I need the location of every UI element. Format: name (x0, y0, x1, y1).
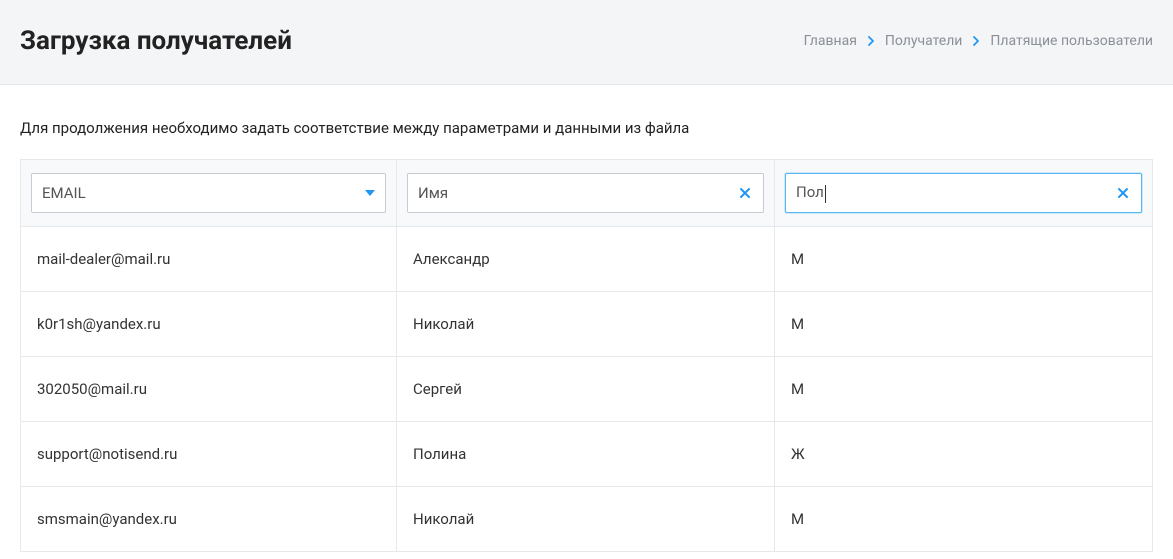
data-cell: support@notisend.ru (21, 422, 397, 486)
table-row: support@notisend.ru Полина Ж (21, 422, 1152, 487)
breadcrumb-link-recipients[interactable]: Получатели (885, 33, 963, 49)
clear-icon[interactable] (1115, 185, 1131, 201)
breadcrumb-current: Платящие пользователи (990, 33, 1153, 49)
data-cell: Николай (397, 487, 775, 551)
column-control-cell: EMAIL (21, 160, 397, 226)
input-value: Имя (418, 184, 737, 202)
data-cell: mail-dealer@mail.ru (21, 227, 397, 291)
data-cell: М (775, 357, 1152, 421)
column-select-email[interactable]: EMAIL (31, 173, 386, 213)
data-cell: М (775, 227, 1152, 291)
column-input-gender[interactable]: Пол (785, 173, 1142, 213)
table-row: k0r1sh@yandex.ru Николай М (21, 292, 1152, 357)
clear-icon[interactable] (737, 185, 753, 201)
chevron-down-icon (365, 190, 375, 196)
table-row: mail-dealer@mail.ru Александр М (21, 227, 1152, 292)
data-cell: Александр (397, 227, 775, 291)
data-cell: Николай (397, 292, 775, 356)
data-cell: Сергей (397, 357, 775, 421)
chevron-right-icon (972, 36, 980, 46)
data-cell: М (775, 292, 1152, 356)
chevron-right-icon (867, 36, 875, 46)
data-cell: Полина (397, 422, 775, 486)
table-row: smsmain@yandex.ru Николай М (21, 487, 1152, 551)
data-cell: 302050@mail.ru (21, 357, 397, 421)
column-controls-row: EMAIL Имя Пол (21, 160, 1152, 227)
breadcrumb-link-home[interactable]: Главная (804, 33, 857, 49)
intro-text: Для продолжения необходимо задать соотве… (0, 85, 1173, 159)
page-header: Загрузка получателей Главная Получатели … (0, 0, 1173, 85)
input-value: Пол (796, 183, 1115, 202)
data-cell: smsmain@yandex.ru (21, 487, 397, 551)
data-cell: k0r1sh@yandex.ru (21, 292, 397, 356)
text-cursor (825, 185, 826, 203)
column-control-cell: Пол (775, 160, 1152, 226)
column-input-name[interactable]: Имя (407, 173, 764, 213)
table-row: 302050@mail.ru Сергей М (21, 357, 1152, 422)
breadcrumb: Главная Получатели Платящие пользователи (804, 33, 1153, 49)
data-cell: Ж (775, 422, 1152, 486)
data-cell: М (775, 487, 1152, 551)
column-control-cell: Имя (397, 160, 775, 226)
mapping-table: EMAIL Имя Пол mail-dealer@mail.ru Алекса… (20, 159, 1153, 552)
page-title: Загрузка получателей (20, 26, 292, 56)
select-value: EMAIL (42, 184, 365, 202)
